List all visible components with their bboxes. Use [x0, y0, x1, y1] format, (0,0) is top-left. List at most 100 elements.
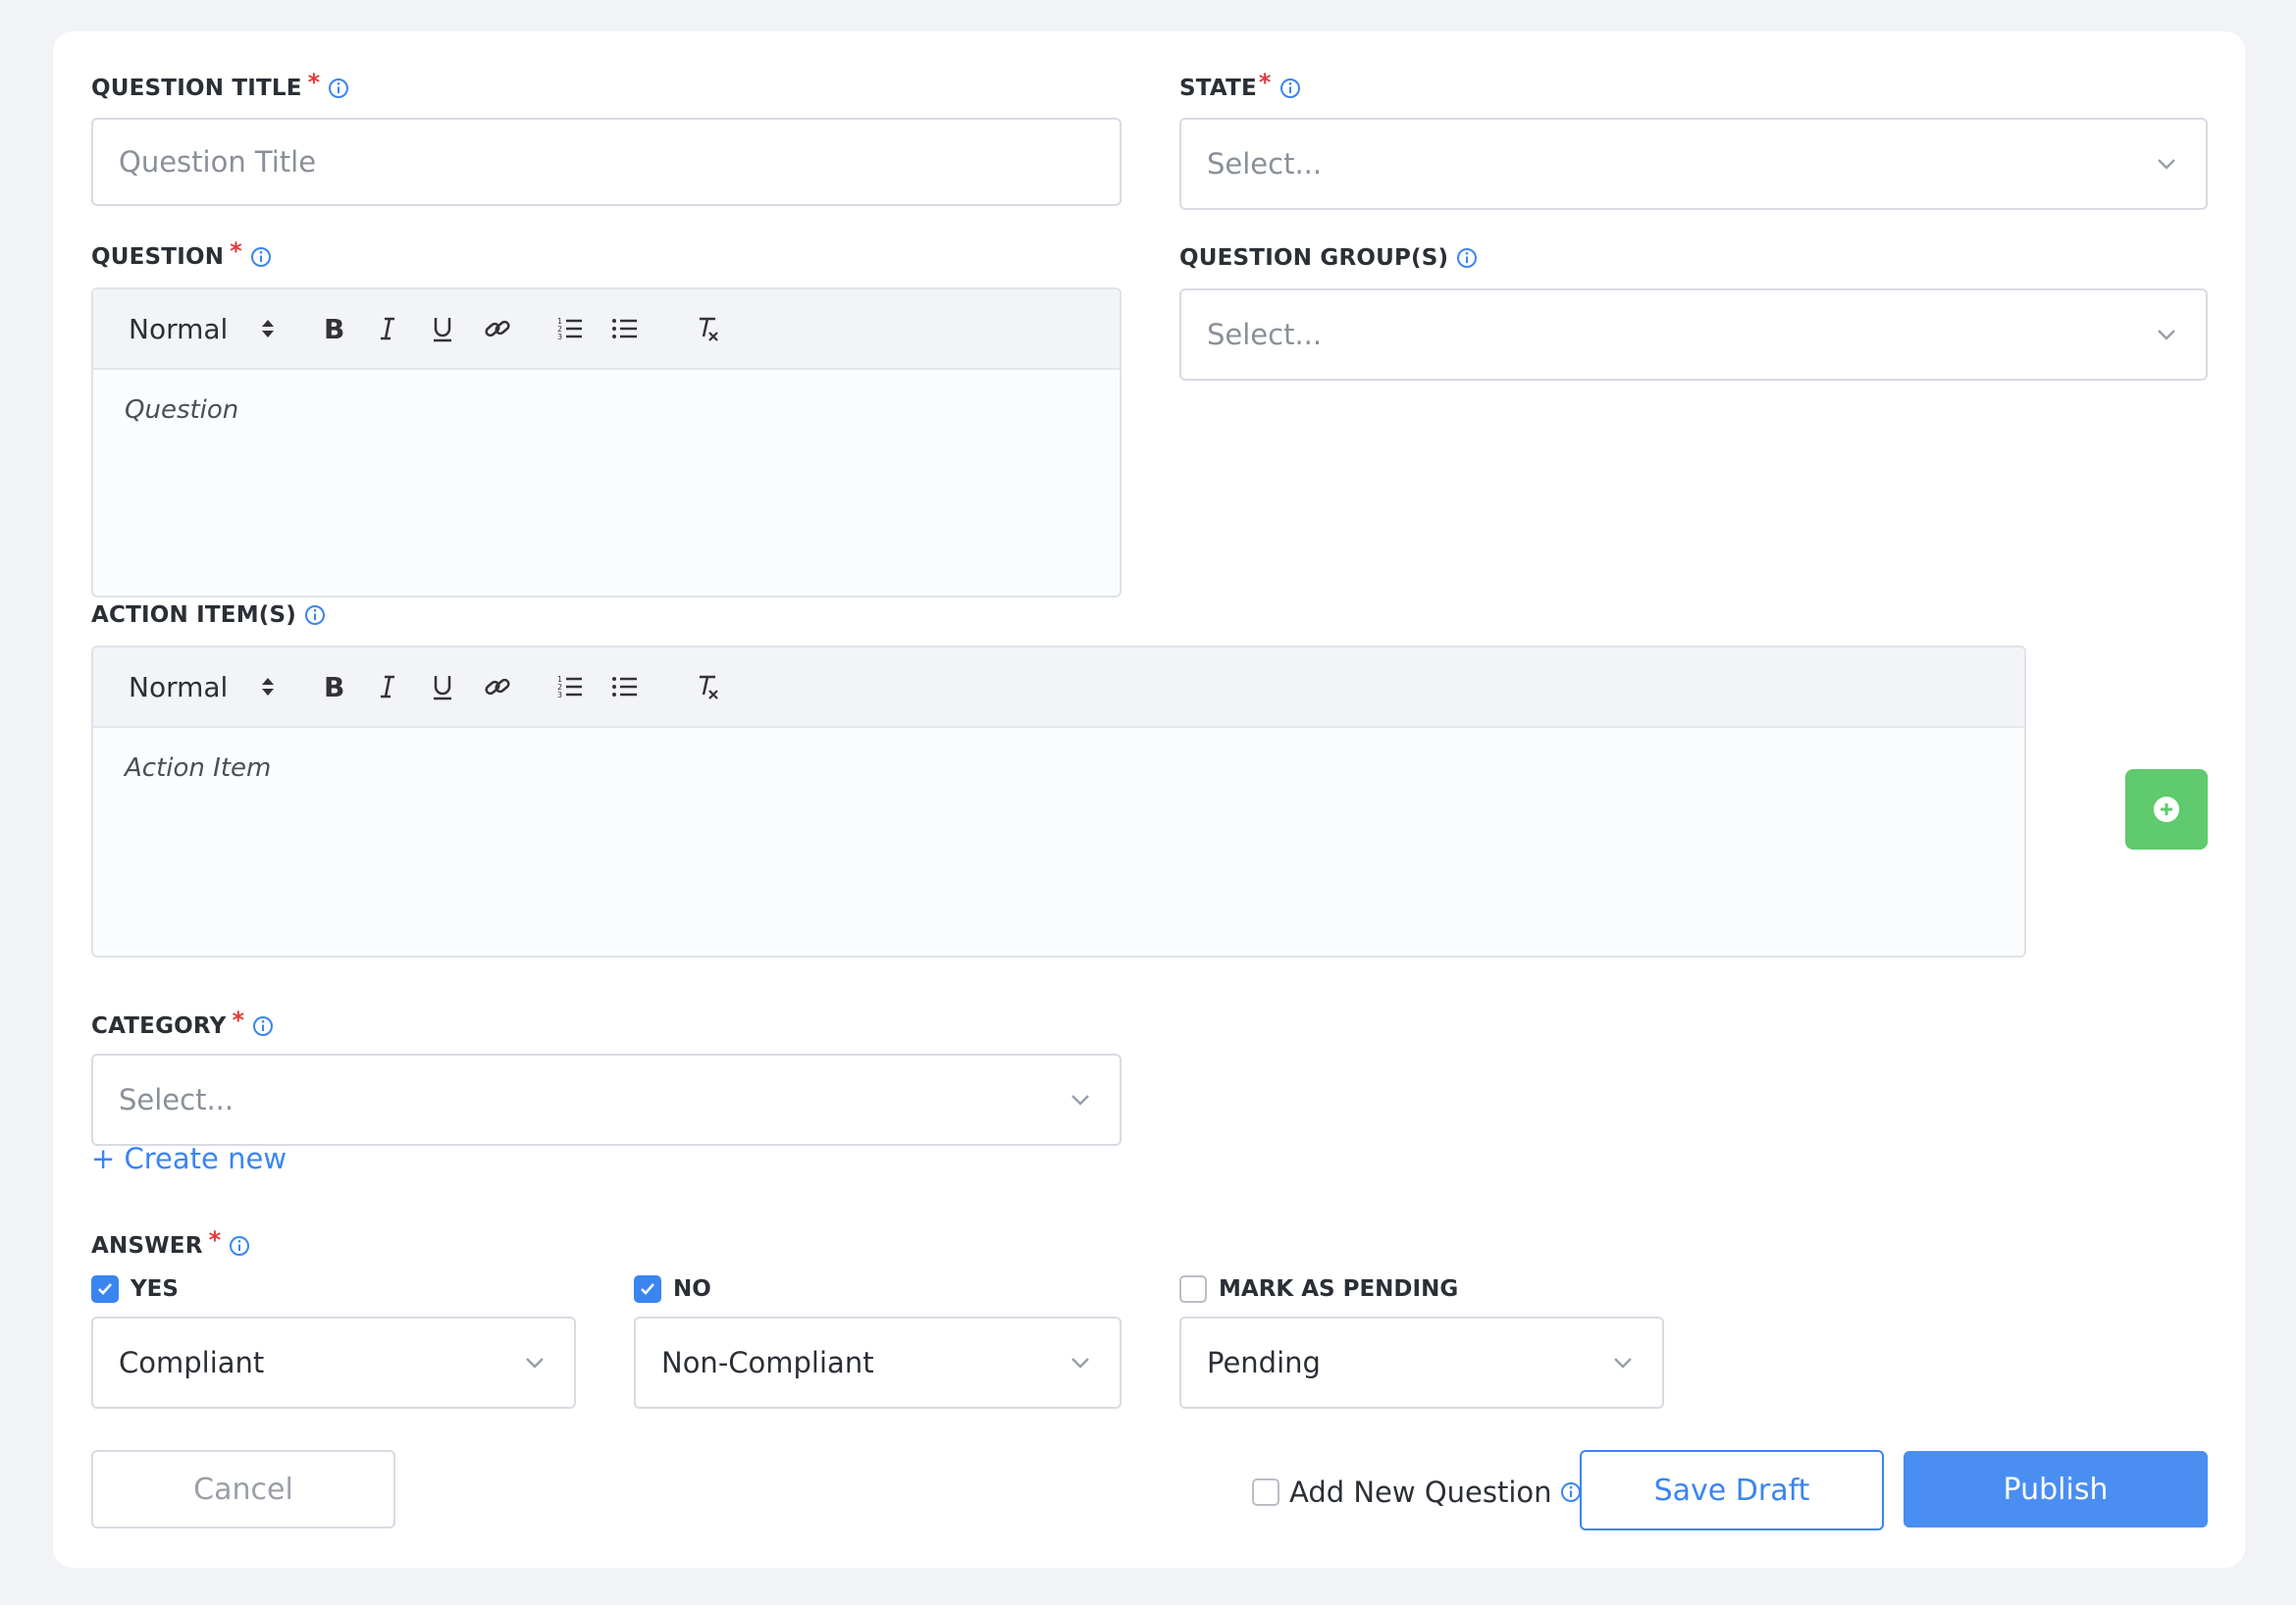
no-checkbox-row[interactable]: NO: [634, 1275, 711, 1303]
question-label-text: QUESTION: [91, 244, 225, 270]
cancel-button-label: Cancel: [193, 1472, 293, 1507]
required-mark: *: [230, 237, 242, 265]
add-action-item-button[interactable]: [2125, 769, 2208, 850]
no-checkbox[interactable]: [634, 1275, 661, 1303]
bullet-list-icon[interactable]: [607, 669, 643, 704]
chevron-down-icon: [526, 1358, 544, 1369]
publish-button[interactable]: Publish: [1904, 1451, 2208, 1527]
info-icon[interactable]: [328, 78, 349, 99]
info-icon[interactable]: [250, 246, 272, 268]
underline-icon[interactable]: [425, 311, 460, 346]
plus-circle-icon: [2154, 797, 2179, 822]
category-select[interactable]: Select...: [91, 1054, 1122, 1146]
format-select[interactable]: Normal: [129, 313, 286, 345]
info-icon[interactable]: [1456, 247, 1478, 269]
question-label: QUESTION *: [91, 237, 272, 271]
pending-checkbox[interactable]: [1179, 1275, 1207, 1303]
format-select-value: Normal: [129, 670, 229, 703]
chevron-down-icon: [1071, 1358, 1089, 1369]
link-icon[interactable]: [480, 311, 515, 346]
question-groups-select[interactable]: Select...: [1179, 288, 2208, 381]
svg-text:B: B: [324, 671, 344, 702]
svg-text:B: B: [324, 313, 344, 344]
chevron-down-icon: [1614, 1358, 1632, 1369]
question-title-label: QUESTION TITLE *: [91, 69, 349, 102]
pending-label: MARK AS PENDING: [1219, 1276, 1459, 1302]
info-icon[interactable]: [229, 1235, 250, 1257]
required-mark: *: [208, 1226, 222, 1254]
state-select-value: Select...: [1207, 147, 1323, 181]
question-editor: Normal B 123 Question: [91, 287, 1122, 597]
add-new-question-checkbox[interactable]: [1252, 1478, 1279, 1506]
sort-arrows-icon: [262, 678, 274, 696]
no-answer-select[interactable]: Non-Compliant: [634, 1317, 1122, 1409]
action-items-editor-placeholder: Action Item: [125, 753, 272, 783]
action-items-label-text: ACTION ITEM(S): [91, 602, 296, 628]
italic-icon[interactable]: [370, 311, 405, 346]
chevron-down-icon: [2158, 330, 2175, 340]
question-editor-body[interactable]: Question: [93, 370, 1120, 450]
clear-format-icon[interactable]: [690, 311, 725, 346]
save-draft-button-label: Save Draft: [1653, 1473, 1810, 1508]
svg-text:3: 3: [557, 691, 562, 699]
yes-checkbox-row[interactable]: YES: [91, 1275, 179, 1303]
yes-answer-select[interactable]: Compliant: [91, 1317, 576, 1409]
ordered-list-icon[interactable]: 123: [552, 669, 588, 704]
info-icon[interactable]: [1279, 78, 1301, 99]
italic-icon[interactable]: [370, 669, 405, 704]
state-label-text: STATE: [1179, 76, 1257, 101]
pending-checkbox-row[interactable]: MARK AS PENDING: [1179, 1275, 1458, 1303]
question-title-input[interactable]: Question Title: [91, 118, 1122, 206]
chevron-down-icon: [2158, 159, 2175, 170]
sort-arrows-icon: [262, 320, 274, 337]
publish-button-label: Publish: [2003, 1472, 2109, 1507]
no-label: NO: [673, 1276, 711, 1302]
answer-label-text: ANSWER: [91, 1233, 203, 1259]
underline-icon[interactable]: [425, 669, 460, 704]
required-mark: *: [307, 69, 321, 96]
clear-format-icon[interactable]: [690, 669, 725, 704]
question-title-placeholder: Question Title: [119, 145, 317, 179]
bullet-list-icon[interactable]: [607, 311, 643, 346]
format-select-value: Normal: [129, 312, 229, 345]
info-icon[interactable]: [252, 1015, 274, 1037]
editor-toolbar: Normal B 123: [93, 289, 1120, 370]
chevron-down-icon: [1071, 1095, 1089, 1106]
state-select[interactable]: Select...: [1179, 118, 2208, 210]
question-groups-label: QUESTION GROUP(S): [1179, 245, 1478, 271]
category-label-text: CATEGORY: [91, 1013, 227, 1039]
save-draft-button[interactable]: Save Draft: [1580, 1450, 1884, 1530]
ordered-list-icon[interactable]: 123: [552, 311, 588, 346]
action-items-editor-body[interactable]: Action Item: [93, 728, 2024, 808]
add-new-question-label: Add New Question: [1289, 1476, 1552, 1509]
pending-answer-value: Pending: [1207, 1346, 1321, 1379]
info-icon[interactable]: [304, 604, 326, 626]
format-select[interactable]: Normal: [129, 671, 286, 703]
no-answer-value: Non-Compliant: [661, 1346, 874, 1379]
category-select-value: Select...: [119, 1083, 235, 1116]
editor-toolbar: Normal B 123: [93, 647, 2024, 728]
state-label: STATE *: [1179, 69, 1301, 102]
pending-answer-select[interactable]: Pending: [1179, 1317, 1664, 1409]
action-items-label: ACTION ITEM(S): [91, 602, 326, 628]
question-editor-placeholder: Question: [125, 395, 239, 425]
required-mark: *: [1258, 69, 1272, 96]
create-new-category-link[interactable]: + Create new: [91, 1142, 287, 1175]
question-groups-label-text: QUESTION GROUP(S): [1179, 245, 1449, 271]
yes-checkbox[interactable]: [91, 1275, 119, 1303]
question-form-card: QUESTION TITLE * Question Title STATE * …: [53, 31, 2245, 1568]
svg-text:3: 3: [557, 333, 562, 341]
yes-answer-value: Compliant: [119, 1346, 265, 1379]
question-groups-select-value: Select...: [1207, 318, 1323, 351]
action-items-editor: Normal B 123 Action Item: [91, 646, 2026, 958]
category-label: CATEGORY *: [91, 1007, 274, 1040]
bold-icon[interactable]: B: [315, 311, 350, 346]
answer-label: ANSWER *: [91, 1226, 250, 1260]
bold-icon[interactable]: B: [315, 669, 350, 704]
yes-label: YES: [130, 1276, 179, 1302]
info-icon[interactable]: [1560, 1481, 1582, 1503]
create-new-text: + Create new: [91, 1142, 287, 1175]
link-icon[interactable]: [480, 669, 515, 704]
cancel-button[interactable]: Cancel: [91, 1450, 395, 1528]
add-new-question-row[interactable]: Add New Question: [1252, 1476, 1582, 1509]
